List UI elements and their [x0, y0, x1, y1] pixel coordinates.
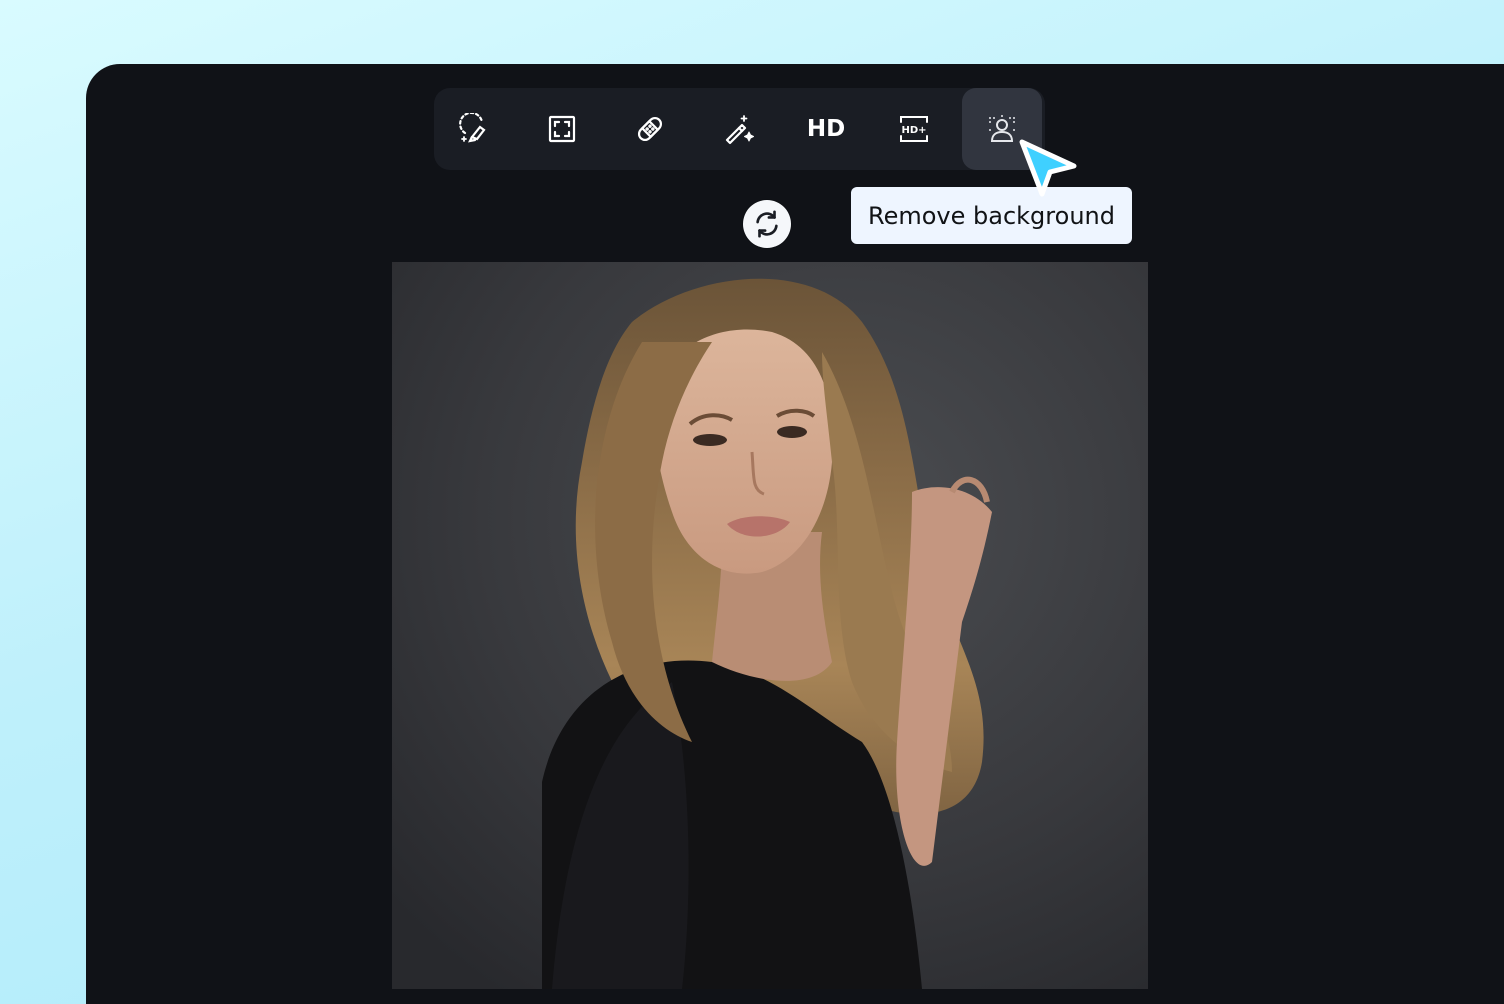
portrait-photo [392, 262, 1148, 989]
hd-tool-button[interactable]: HD [786, 88, 866, 170]
lasso-brush-tool-button[interactable] [434, 88, 514, 170]
expand-tool-button[interactable] [522, 88, 602, 170]
editor-window: HD HD+ Remove background [86, 64, 1504, 1004]
hd-plus-icon: HD+ [900, 116, 928, 142]
remove-background-tooltip: Remove background [851, 187, 1132, 244]
tool-toolbar: HD HD+ [434, 88, 1045, 170]
refresh-button[interactable] [743, 200, 791, 248]
hd-plus-tool-button[interactable]: HD+ [874, 88, 954, 170]
person-scan-icon [989, 115, 1015, 142]
mouse-pointer-icon [1019, 139, 1077, 197]
magic-wand-icon [725, 115, 754, 145]
svg-text:HD+: HD+ [901, 125, 926, 136]
lasso-brush-icon [459, 113, 486, 143]
expand-frame-icon [548, 115, 576, 143]
magic-tool-button[interactable] [698, 88, 778, 170]
heal-tool-button[interactable] [610, 88, 690, 170]
bandage-icon [637, 116, 663, 142]
hd-icon: HD [806, 116, 846, 142]
refresh-icon [756, 210, 778, 238]
